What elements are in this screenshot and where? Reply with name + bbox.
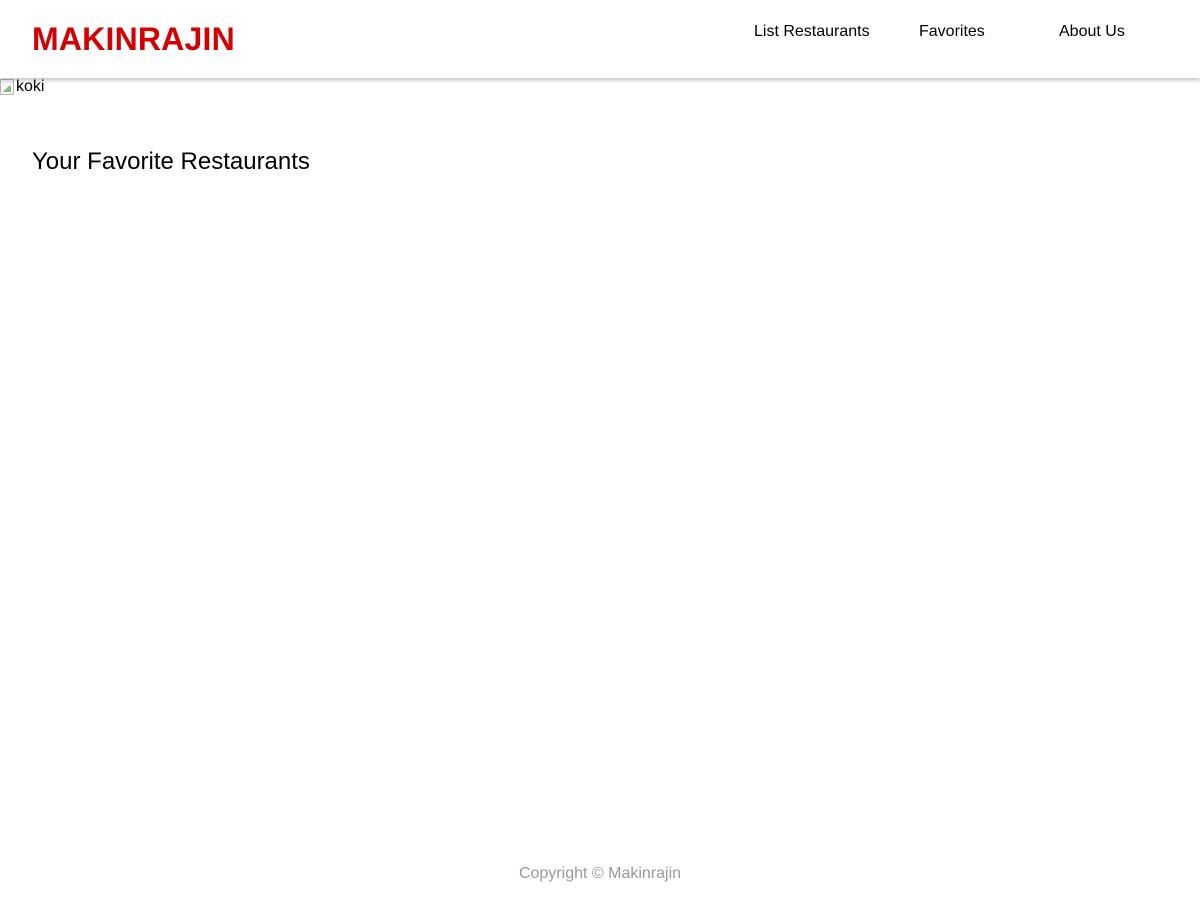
hero-image-alt-text: koki (16, 78, 45, 95)
nav-list: List Restaurants Favorites About Us (0, 22, 1200, 44)
nav-item-list-restaurants: List Restaurants (754, 22, 870, 42)
page-title: Your Favorite Restaurants (32, 148, 310, 175)
nav-link-about-us[interactable]: About Us (1059, 23, 1125, 40)
hero-image: koki (0, 78, 44, 96)
nav-link-favorites[interactable]: Favorites (919, 23, 985, 40)
nav-link-list-restaurants[interactable]: List Restaurants (754, 23, 870, 40)
copyright-text: Copyright © Makinrajin (518, 865, 682, 882)
nav-item-about-us: About Us (1059, 22, 1125, 42)
nav-item-favorites: Favorites (919, 22, 985, 42)
app-header: MAKINRAJIN List Restaurants Favorites Ab… (0, 0, 1200, 78)
footer: Copyright © Makinrajin (0, 864, 1200, 884)
broken-image-icon (0, 79, 14, 95)
